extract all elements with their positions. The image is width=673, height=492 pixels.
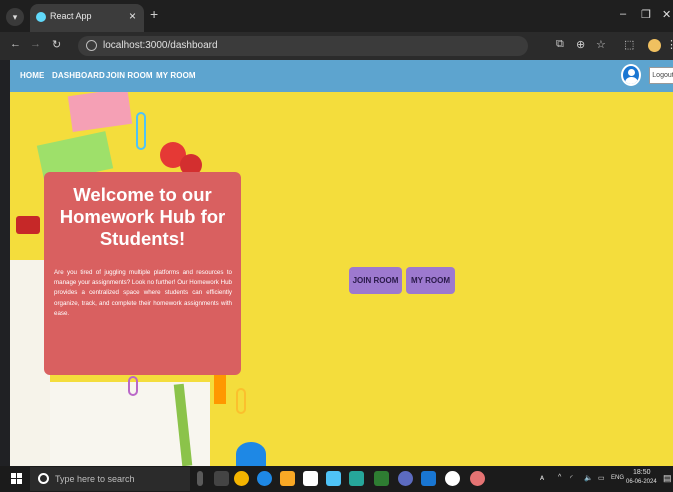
tab-strip: ▾ React App × + – ❐ ✕ <box>0 0 673 32</box>
windows-taskbar: Type here to search ᴬ ^ ◜ 🔈 ▭ ENG 18:50 … <box>0 466 673 492</box>
obs-icon[interactable] <box>445 471 460 486</box>
browser-tab[interactable]: React App × <box>30 4 144 32</box>
forward-icon[interactable]: → <box>30 38 41 50</box>
welcome-description: Are you tired of juggling multiple platf… <box>54 269 232 317</box>
photoshop-icon[interactable] <box>349 471 364 486</box>
profile-icon[interactable] <box>648 39 661 52</box>
store-icon[interactable] <box>303 471 318 486</box>
extensions-icon[interactable]: ⬚ <box>624 38 634 51</box>
taskbar-search-input[interactable]: Type here to search <box>55 474 135 484</box>
app-icon[interactable] <box>398 471 413 486</box>
network-icon[interactable]: ◜ <box>570 474 573 482</box>
app-navbar: HOME DASHBOARD JOIN ROOM MY ROOM Logout <box>10 60 673 92</box>
reload-icon[interactable]: ↻ <box>52 38 61 51</box>
back-icon[interactable]: ← <box>10 38 21 50</box>
file-explorer-icon[interactable] <box>280 471 295 486</box>
purple-paperclip-image <box>128 376 138 396</box>
my-room-button[interactable]: MY ROOM <box>406 267 455 294</box>
new-tab-button[interactable]: + <box>150 6 158 22</box>
tab-search-icon[interactable]: ▾ <box>6 8 24 26</box>
tray-chevron-icon[interactable]: ^ <box>558 474 561 481</box>
browser-menu-icon[interactable]: ⋮ <box>666 38 673 51</box>
address-bar[interactable]: localhost:3000/dashboard <box>78 36 528 56</box>
url-text: localhost:3000/dashboard <box>103 40 218 51</box>
cortana-icon <box>38 473 49 484</box>
nav-home-link[interactable]: HOME <box>20 71 44 80</box>
welcome-card: Welcome to our Homework Hub for Students… <box>44 172 241 375</box>
red-binder-clip-left-image <box>16 216 40 234</box>
nav-dashboard-link[interactable]: DASHBOARD <box>52 71 105 80</box>
taskbar-search-box[interactable]: Type here to search <box>30 467 190 491</box>
browser-window: ▾ React App × + – ❐ ✕ ← → ↻ localhost:30… <box>0 0 673 466</box>
windows-start-icon[interactable] <box>11 473 23 485</box>
join-room-button[interactable]: JOIN ROOM <box>349 267 402 294</box>
mail-icon[interactable] <box>326 471 341 486</box>
nav-join-room-link[interactable]: JOIN ROOM <box>106 71 153 80</box>
language-indicator[interactable]: ENG <box>611 475 624 481</box>
orange-marker-image <box>214 374 226 404</box>
minimize-icon[interactable]: – <box>620 8 626 20</box>
bookmark-star-icon[interactable]: ☆ <box>596 38 606 51</box>
illustrator-icon[interactable] <box>374 471 389 486</box>
maximize-icon[interactable]: ❐ <box>641 8 651 21</box>
blue-paperclip-image <box>136 112 146 150</box>
notifications-icon[interactable]: ▤ <box>663 473 672 484</box>
site-info-icon[interactable] <box>86 40 97 51</box>
pink-sticky-note-image <box>67 92 133 133</box>
react-favicon-icon <box>36 12 46 22</box>
tab-close-icon[interactable]: × <box>129 9 136 23</box>
vscode-icon[interactable] <box>421 471 436 486</box>
edge-icon[interactable] <box>257 471 272 486</box>
colorful-app-icon[interactable] <box>470 471 485 486</box>
clock-date[interactable]: 06-06-2024 <box>626 479 657 485</box>
clock-time[interactable]: 18:50 <box>633 469 651 476</box>
nav-my-room-link[interactable]: MY ROOM <box>156 71 196 80</box>
volume-icon[interactable]: 🔈 <box>584 474 593 482</box>
install-app-icon[interactable]: ⧉ <box>556 38 564 51</box>
chrome-icon[interactable] <box>234 471 249 486</box>
battery-icon[interactable]: ▭ <box>598 474 605 482</box>
logout-button[interactable]: Logout <box>649 67 673 84</box>
zoom-icon[interactable]: ⊕ <box>576 38 585 51</box>
window-close-icon[interactable]: ✕ <box>662 8 671 21</box>
welcome-title: Welcome to our Homework Hub for Students… <box>59 184 226 249</box>
people-icon[interactable]: ᴬ <box>540 474 544 484</box>
mic-icon[interactable] <box>197 471 203 486</box>
task-view-icon[interactable] <box>214 471 229 486</box>
user-avatar-icon[interactable] <box>621 64 641 86</box>
browser-toolbar: ← → ↻ localhost:3000/dashboard ⧉ ⊕ ☆ ⬚ ⋮ <box>0 32 673 60</box>
tab-title: React App <box>50 11 92 21</box>
yellow-paperclip-image <box>236 388 246 414</box>
blue-crumpled-paper-image <box>236 442 266 466</box>
